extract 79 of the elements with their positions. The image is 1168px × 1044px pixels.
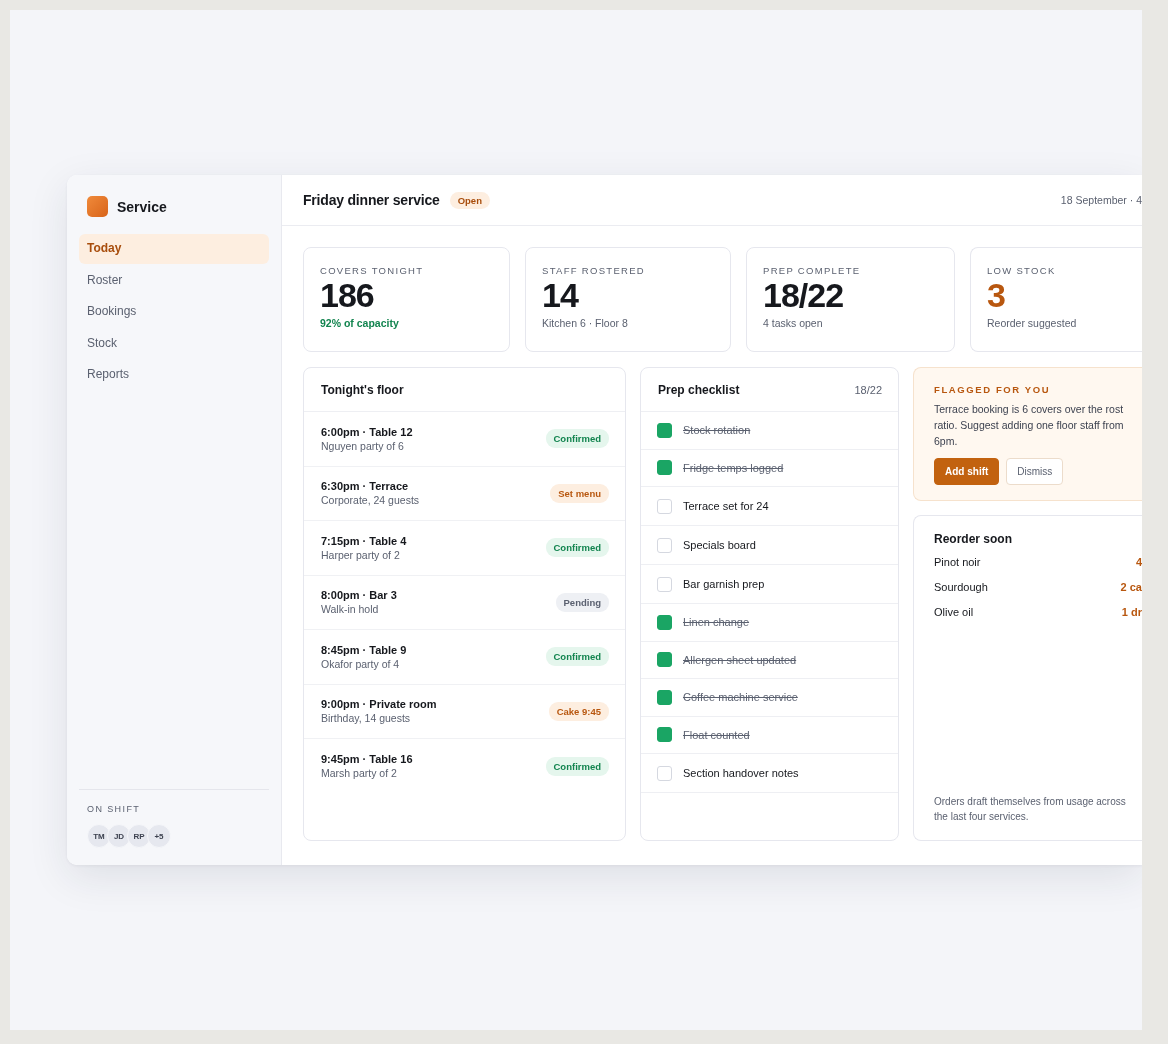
stat-label: PREP COMPLETE — [763, 265, 862, 276]
brand-name: Service — [117, 198, 167, 215]
booking-title: 8:00pm · Bar 3 — [321, 589, 397, 602]
item-quantity: 1 dr — [1121, 606, 1142, 620]
status-badge: Set menu — [550, 483, 609, 503]
task-label: Section handover notes — [683, 767, 799, 779]
booking-title: 7:15pm · Table 4 — [321, 534, 407, 547]
status-badge: Confirmed — [545, 538, 609, 558]
task-label: Specials board — [683, 539, 756, 551]
on-shift-label: ON SHIFT — [87, 804, 142, 814]
nav-item[interactable]: Roster — [79, 265, 269, 295]
checkbox[interactable] — [657, 614, 672, 630]
stat-value: 186 — [320, 277, 375, 313]
status-badge: Confirmed — [545, 647, 609, 667]
panel-title: Reorder soon — [934, 532, 1013, 546]
booking-detail: Birthday, 14 guests — [321, 712, 412, 725]
booking-detail: Nguyen party of 6 — [321, 439, 405, 452]
task-label: Fridge temps logged — [683, 461, 784, 474]
date-text: 18 September · 4 — [1060, 194, 1142, 206]
checkbox[interactable] — [657, 460, 672, 476]
alert-message: Terrace booking is 6 covers over the rost ratio. Suggest adding one floor staff from 6pm. — [934, 402, 1125, 449]
panel-title: Prep checklist — [658, 382, 740, 397]
progress-count: 18/22 — [854, 383, 882, 396]
avatar-initials: JD — [107, 824, 131, 848]
booking-detail: Marsh party of 2 — [321, 767, 398, 780]
stat-label: LOW STOCK — [987, 265, 1057, 276]
status-badge: Open — [449, 191, 490, 209]
stat-note: 4 tasks open — [763, 317, 824, 329]
page-title: Friday dinner service — [303, 192, 440, 208]
action-button[interactable]: Dismiss — [1006, 458, 1064, 485]
task-label: Terrace set for 24 — [683, 500, 769, 512]
item-name: Olive oil — [934, 606, 974, 620]
booking-title: 8:45pm · Table 9 — [321, 643, 407, 656]
item-quantity: 4 — [1135, 556, 1142, 570]
task-label: Float counted — [683, 728, 750, 741]
footnote: Orders draft themselves from usage across the last four services. — [934, 795, 1127, 824]
item-quantity: 2 ca — [1120, 581, 1142, 595]
status-badge: Cake 9:45 — [548, 701, 609, 721]
nav-item[interactable]: Reports — [79, 360, 269, 390]
booking-title: 9:00pm · Private room — [321, 698, 437, 711]
avatar-initials: TM — [87, 824, 111, 848]
nav-item[interactable]: Bookings — [79, 297, 269, 327]
avatar-initials: RP — [127, 824, 151, 848]
task-label: Allergen sheet updated — [683, 653, 797, 666]
booking-detail: Walk-in hold — [321, 603, 380, 616]
task-label: Stock rotation — [683, 424, 751, 437]
task-label: Linen change — [683, 616, 750, 629]
booking-title: 6:30pm · Terrace — [321, 480, 410, 493]
stat-value: 14 — [542, 277, 580, 313]
logo-icon — [87, 196, 108, 217]
checkbox[interactable] — [657, 727, 672, 743]
nav-item[interactable]: Today — [79, 234, 269, 264]
stat-note: Reorder suggested — [987, 317, 1078, 329]
task-label: Coffee machine service — [683, 691, 798, 704]
avatar-initials: +5 — [147, 824, 171, 848]
task-label: Bar garnish prep — [683, 578, 765, 590]
status-badge: Confirmed — [545, 429, 609, 449]
stat-value: 3 — [987, 277, 1006, 313]
panel-title: Tonight's floor — [321, 382, 404, 397]
alert-title: FLAGGED FOR YOU — [934, 384, 1052, 395]
stat-label: COVERS TONIGHT — [320, 265, 425, 276]
action-button[interactable]: Add shift — [934, 458, 1000, 485]
booking-title: 9:45pm · Table 16 — [321, 753, 413, 766]
stat-label: STAFF ROSTERED — [542, 265, 646, 276]
status-badge: Pending — [555, 592, 609, 612]
stat-note: Kitchen 6 · Floor 8 — [542, 317, 629, 329]
stat-note: 92% of capacity — [320, 317, 400, 329]
status-badge: Confirmed — [545, 756, 609, 776]
booking-detail: Harper party of 2 — [321, 548, 401, 561]
stat-value: 18/22 — [763, 277, 845, 313]
booking-detail: Okafor party of 4 — [321, 657, 401, 670]
booking-title: 6:00pm · Table 12 — [321, 425, 413, 438]
checkbox[interactable] — [657, 689, 672, 705]
checkbox[interactable] — [657, 422, 672, 438]
item-name: Pinot noir — [934, 556, 981, 570]
nav-item[interactable]: Stock — [79, 328, 269, 358]
checkbox[interactable] — [657, 652, 672, 668]
booking-detail: Corporate, 24 guests — [321, 494, 420, 507]
item-name: Sourdough — [934, 581, 988, 595]
